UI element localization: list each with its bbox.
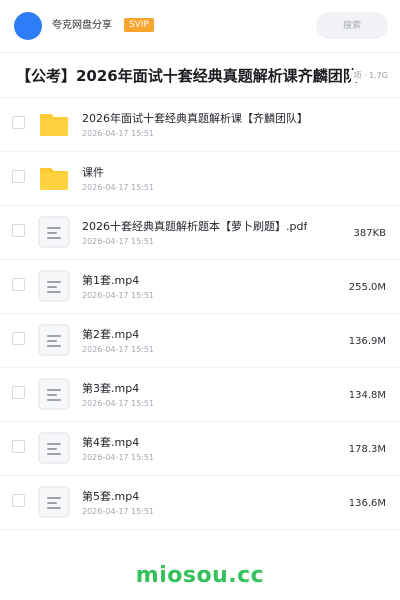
file-row-6[interactable]: 第3套.mp4 2026-04-17 15:51 134.8M — [0, 368, 400, 422]
app-header: 夸克网盘分享 SVIP — [0, 0, 400, 52]
share-title: 【公考】2026年面试十套经典真题解析课齐麟团队 — [16, 67, 358, 85]
watermark-text: miosou.cc — [135, 563, 265, 588]
row-checkbox[interactable] — [12, 332, 25, 345]
file-name: 第1套.mp4 — [82, 274, 140, 287]
file-row-5[interactable]: 第2套.mp4 2026-04-17 15:51 136.9M — [0, 314, 400, 368]
document-icon — [38, 216, 70, 248]
file-date: 2026-04-17 15:51 — [82, 453, 155, 462]
user-avatar[interactable] — [14, 12, 42, 40]
document-icon — [38, 270, 70, 302]
row-checkbox[interactable] — [12, 224, 25, 237]
file-date: 2026-04-17 15:51 — [82, 291, 155, 300]
file-date: 2026-04-17 15:51 — [82, 183, 155, 192]
file-size: 134.8M — [348, 390, 386, 401]
file-name: 第5套.mp4 — [82, 490, 140, 503]
row-checkbox[interactable] — [12, 440, 25, 453]
row-checkbox[interactable] — [12, 386, 25, 399]
file-name: 2026十套经典真题解析题本【萝卜刷题】.pdf — [82, 220, 308, 233]
file-size: 255.0M — [348, 282, 386, 293]
search-input[interactable] — [316, 12, 388, 39]
row-checkbox[interactable] — [12, 116, 25, 129]
file-name: 课件 — [82, 166, 104, 179]
document-icon — [38, 324, 70, 356]
file-size: 387KB — [353, 228, 386, 239]
file-row-8[interactable]: 第5套.mp4 2026-04-17 15:51 136.6M — [0, 476, 400, 530]
file-row-1[interactable]: 2026年面试十套经典真题解析课【齐麟团队】 2026-04-17 15:51 — [0, 98, 400, 152]
file-size: 136.9M — [348, 336, 386, 347]
file-date: 2026-04-17 15:51 — [82, 237, 155, 246]
file-name: 第3套.mp4 — [82, 382, 140, 395]
file-row-3[interactable]: 2026十套经典真题解析题本【萝卜刷题】.pdf 2026-04-17 15:5… — [0, 206, 400, 260]
share-meta: 项 · 1.7G — [351, 70, 388, 82]
folder-icon — [38, 162, 70, 194]
folder-icon — [38, 108, 70, 140]
file-name: 2026年面试十套经典真题解析课【齐麟团队】 — [82, 112, 308, 125]
brand-label: 夸克网盘分享 — [52, 20, 112, 31]
row-checkbox[interactable] — [12, 278, 25, 291]
file-row-7[interactable]: 第4套.mp4 2026-04-17 15:51 178.3M — [0, 422, 400, 476]
document-icon — [38, 486, 70, 518]
file-date: 2026-04-17 15:51 — [82, 129, 155, 138]
document-icon — [38, 378, 70, 410]
file-size: 136.6M — [348, 498, 386, 509]
file-list: 2026年面试十套经典真题解析课【齐麟团队】 2026-04-17 15:51 … — [0, 98, 400, 530]
row-checkbox[interactable] — [12, 494, 25, 507]
file-name: 第2套.mp4 — [82, 328, 140, 341]
svip-badge: SVIP — [124, 18, 154, 32]
file-date: 2026-04-17 15:51 — [82, 345, 155, 354]
file-row-2[interactable]: 课件 2026-04-17 15:51 — [0, 152, 400, 206]
document-icon — [38, 432, 70, 464]
file-row-4[interactable]: 第1套.mp4 2026-04-17 15:51 255.0M — [0, 260, 400, 314]
file-name: 第4套.mp4 — [82, 436, 140, 449]
share-title-bar: 【公考】2026年面试十套经典真题解析课齐麟团队 项 · 1.7G — [0, 52, 400, 98]
row-checkbox[interactable] — [12, 170, 25, 183]
file-size: 178.3M — [348, 444, 386, 455]
file-date: 2026-04-17 15:51 — [82, 399, 155, 408]
file-date: 2026-04-17 15:51 — [82, 507, 155, 516]
